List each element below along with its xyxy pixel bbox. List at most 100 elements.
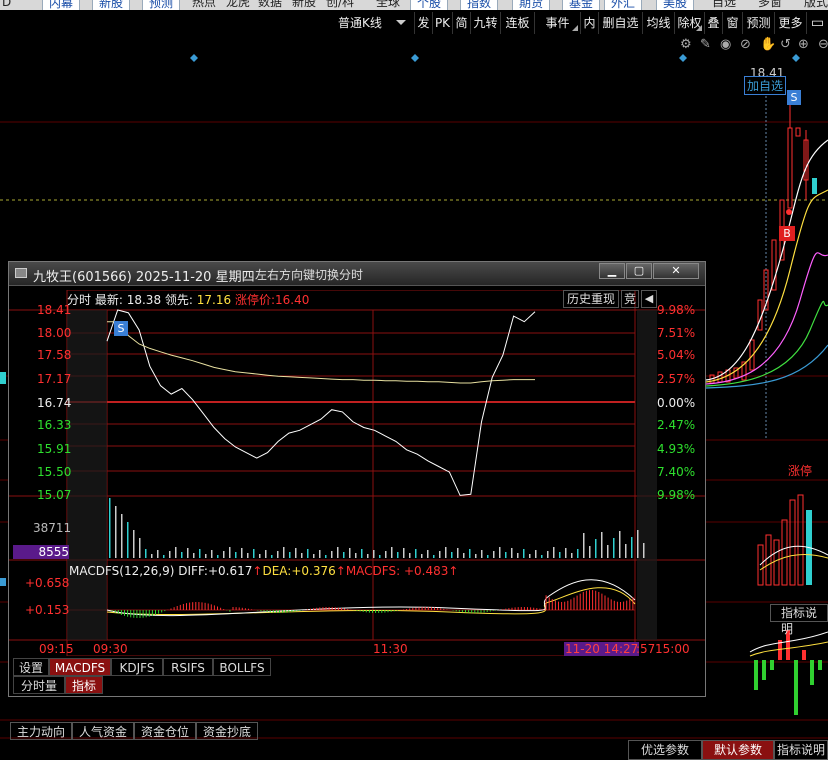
toolbar-button[interactable]: 简 — [452, 12, 470, 34]
volume-bar — [331, 551, 333, 558]
pct-axis-label: 7.51% — [657, 326, 696, 340]
menu-item[interactable]: 期货 — [512, 0, 551, 10]
toolbar-button[interactable]: 叠 — [704, 12, 722, 34]
volume-bar — [595, 539, 597, 558]
tab-main-force[interactable]: 主力动向 — [10, 722, 72, 740]
menu-item[interactable]: 数据 — [258, 0, 282, 10]
event-marker — [411, 54, 419, 62]
menu-item[interactable]: 全球 — [376, 0, 400, 10]
tab-indicator-desc[interactable]: 指标说明 — [774, 740, 828, 760]
menu-item[interactable]: 热点 — [192, 0, 216, 10]
menu-item[interactable]: 多窗 — [758, 0, 782, 10]
volume-bar — [235, 552, 237, 558]
menu-item[interactable]: 新股 — [92, 0, 131, 10]
tab-rsifs[interactable]: RSIFS — [163, 658, 213, 676]
menu-item[interactable]: 预测 — [142, 0, 181, 10]
volume-bar — [517, 553, 519, 558]
toolbar-button[interactable]: 连板 — [500, 12, 534, 34]
volume-bar — [361, 549, 363, 558]
price-axis-label: 16.33 — [37, 418, 72, 432]
sell-signal-badge: S — [114, 321, 128, 336]
tab-minute-volume[interactable]: 分时量 — [13, 676, 65, 694]
auction-button[interactable]: 竞 — [621, 290, 640, 308]
volume-bar — [499, 547, 501, 558]
tab-fund-bottom[interactable]: 资金抄底 — [196, 722, 258, 740]
param-tabs: 优选参数 默认参数 指标说明 — [628, 740, 828, 760]
toolbar-button[interactable]: 更多 — [774, 12, 806, 34]
menu-item[interactable]: 个股 — [410, 0, 449, 10]
popup-titlebar[interactable]: 九牧王(601566) 2025-11-20 星期四 左右方向键切换分时 ▁ ▢… — [9, 262, 705, 286]
menu-item[interactable]: 创/科 — [326, 0, 354, 10]
hand-icon[interactable]: ✋ — [760, 36, 776, 54]
indicator-desc-button[interactable]: 指标说明 — [770, 604, 828, 636]
price-axis-label: 15.91 — [37, 442, 72, 456]
tab-macdfs[interactable]: MACDFS — [49, 658, 111, 676]
volume-bar — [529, 554, 531, 558]
toolbar-button[interactable]: 发 — [414, 12, 432, 34]
menu-item[interactable]: 自选 — [712, 0, 736, 10]
volume-bar — [349, 548, 351, 558]
latest-price: 18.38 — [126, 293, 162, 307]
toolbar-button[interactable]: 均线 — [642, 12, 674, 34]
toolbar-button[interactable]: 预测 — [742, 12, 774, 34]
volume-bar — [541, 555, 543, 558]
reset-icon[interactable]: ↺ — [780, 36, 791, 54]
volume-bar — [577, 549, 579, 558]
volume-bar — [355, 553, 357, 558]
menu-item[interactable]: 美股 — [656, 0, 695, 10]
tab-popularity-fund[interactable]: 人气资金 — [72, 722, 134, 740]
volume-bar — [289, 552, 291, 558]
maximize-button[interactable]: ▢ — [626, 263, 652, 279]
toolbar-button[interactable]: 窗 — [722, 12, 742, 34]
menu-item[interactable]: 内幕 — [42, 0, 81, 10]
volume-bar — [415, 549, 417, 558]
tab-default-params[interactable]: 默认参数 — [702, 740, 774, 760]
add-watch-button[interactable]: 加自选 — [744, 76, 787, 95]
eye-off-icon[interactable]: ⊘ — [740, 36, 751, 54]
tab-fund-position[interactable]: 资金仓位 — [134, 722, 196, 740]
menu-item[interactable]: 新股 — [292, 0, 316, 10]
menu-item[interactable]: 基金 — [562, 0, 601, 10]
volume-bar — [463, 553, 465, 558]
more-icon[interactable]: ⊖ — [818, 36, 828, 54]
eye-icon[interactable]: ◉ — [720, 36, 731, 54]
tab-optimal-params[interactable]: 优选参数 — [628, 740, 702, 760]
volume-bar — [505, 552, 507, 558]
pct-axis-label: 0.00% — [657, 396, 696, 410]
price-axis-label: 16.74 — [37, 396, 72, 410]
menu-item[interactable]: 外汇 — [604, 0, 643, 10]
event-marker — [679, 54, 687, 62]
tab-indicator[interactable]: 指标 — [65, 676, 103, 694]
history-replay-button[interactable]: 历史重现 — [563, 290, 620, 308]
pen-icon[interactable]: ✎ — [700, 36, 711, 54]
toolbar-button[interactable]: 删自选 — [598, 12, 642, 34]
tab-kdjfs[interactable]: KDJFS — [111, 658, 163, 676]
intraday-chart[interactable] — [9, 290, 705, 656]
toolbar-button[interactable]: 九转 — [470, 12, 500, 34]
toolbar-button[interactable]: 内 — [580, 12, 598, 34]
menu-item[interactable]: D — [2, 0, 11, 10]
tab-settings[interactable]: 设置 — [13, 658, 49, 676]
volume-bar — [295, 548, 297, 558]
kline-type-select[interactable]: 普通K线 — [312, 12, 412, 34]
gear-icon[interactable]: ⚙ — [680, 36, 692, 54]
intraday-popup[interactable]: 九牧王(601566) 2025-11-20 星期四 左右方向键切换分时 ▁ ▢… — [8, 261, 706, 697]
volume-bar — [619, 531, 621, 558]
expand-icon[interactable]: ▭ — [806, 12, 828, 34]
toolbar-button[interactable]: 除权 — [674, 12, 704, 34]
volume-bar — [115, 506, 117, 558]
menu-item[interactable]: 龙虎 — [226, 0, 250, 10]
minimize-button[interactable]: ▁ — [599, 263, 625, 279]
collapse-left-icon[interactable]: ◀ — [641, 290, 657, 308]
menu-item[interactable]: 指数 — [460, 0, 499, 10]
close-button[interactable]: ✕ — [653, 263, 699, 279]
volume-bar — [139, 538, 141, 558]
toolbar-button[interactable]: 事件 — [534, 12, 580, 34]
pct-axis-label: 2.47% — [657, 418, 696, 432]
menu-item[interactable]: 版式 — [804, 0, 828, 10]
plus-icon[interactable]: ⊕ — [798, 36, 809, 54]
toolbar-button[interactable]: PK — [432, 12, 452, 34]
tab-bollfs[interactable]: BOLLFS — [213, 658, 271, 676]
time-axis-label: 09:30 — [93, 642, 128, 656]
volume-bar — [259, 554, 261, 558]
